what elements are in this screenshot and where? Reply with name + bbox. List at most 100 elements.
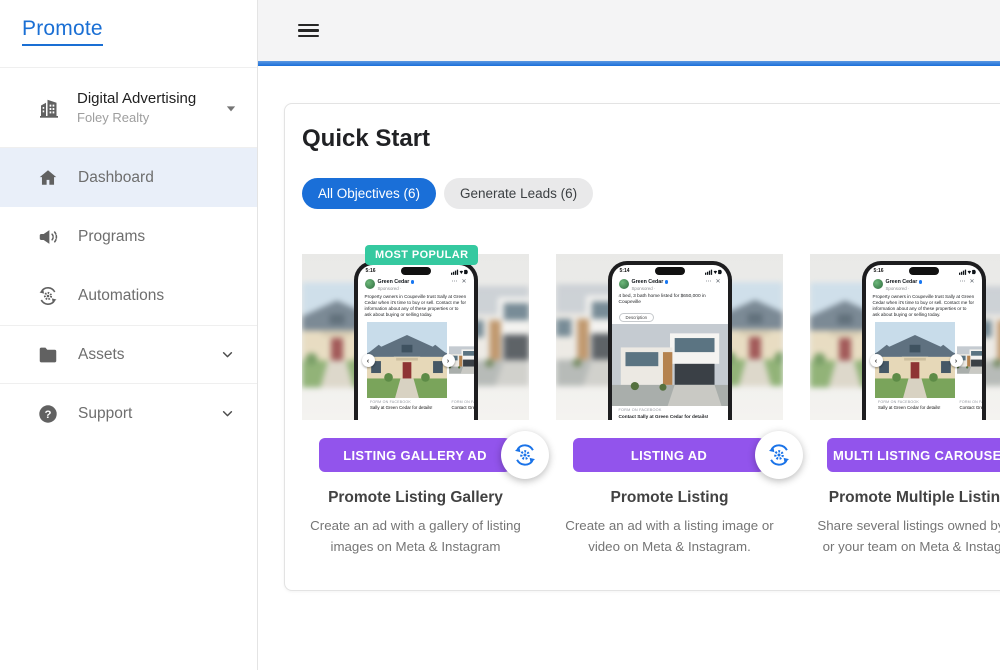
status-icons	[705, 269, 722, 275]
sidebar-item-dashboard[interactable]: Dashboard	[0, 148, 257, 207]
phone-screen: 5:16 Green Cedar Sponsored · ⋯✕	[866, 265, 982, 420]
ad-post-header: Green Cedar Sponsored · ⋯✕	[866, 276, 982, 291]
page-title: Quick Start	[302, 125, 1000, 153]
carousel-main-card: FORM ON FACEBOOK Sally at Green Cedar fo…	[875, 322, 955, 418]
sidebar-item-label: Automations	[78, 287, 164, 305]
card-title: Promote Listing Gallery	[302, 489, 529, 507]
home-icon	[37, 167, 59, 189]
verified-icon	[665, 280, 669, 284]
help-icon	[37, 403, 59, 425]
automation-icon	[766, 442, 792, 468]
listing-gallery-ad-button[interactable]: LISTING GALLERY AD	[319, 438, 511, 472]
ad-post-header: Green Cedar Sponsored · ⋯✕	[612, 276, 728, 291]
more-icon: ⋯	[959, 279, 965, 285]
promote-logo[interactable]: Promote	[22, 17, 103, 46]
more-icon: ⋯	[705, 279, 711, 285]
carousel-caption: Sally at Green Cedar for details!	[370, 405, 444, 410]
phone-screen: 5:16 Green Cedar Sponsored · ⋯✕	[358, 265, 474, 420]
card-multi-listing-carousel-ad[interactable]: 5:16 Green Cedar Sponsored · ⋯✕	[810, 254, 1000, 557]
automation-fab-button[interactable]	[501, 431, 549, 479]
card-listing-ad[interactable]: 5:14 Green Cedar Sponsored · ⋯✕	[556, 254, 783, 557]
carousel-right-arrow-icon: ›	[950, 354, 963, 367]
carousel-caption-strip: FORM ON FACEBOOK Contact Green Cedar	[449, 398, 474, 418]
sponsored-label: Sponsored ·	[378, 286, 415, 291]
sidebar-item-label: Dashboard	[78, 169, 154, 187]
sidebar: Promote Digital Advertising Foley Realty…	[0, 0, 258, 670]
card-action-row: LISTING AD	[573, 438, 765, 472]
topbar	[258, 0, 1000, 61]
card-action-row: MULTI LISTING CAROUSEL AD	[827, 438, 1000, 472]
card-description: Create an ad with a listing image or vid…	[556, 515, 783, 557]
card-description: Create an ad with a gallery of listing i…	[302, 515, 529, 557]
carousel-caption-strip: FORM ON FACEBOOK Contact Green Cedar	[957, 398, 982, 418]
card-action-row: LISTING GALLERY AD	[319, 438, 511, 472]
advertiser-avatar	[619, 279, 629, 289]
advertiser-name: Green Cedar	[886, 279, 918, 285]
advertiser-lines: Green Cedar Sponsored ·	[378, 279, 415, 291]
ad-footer: FORM ON FACEBOOK Contact Sally at Green …	[612, 406, 728, 420]
chevron-down-icon	[219, 346, 236, 363]
sidebar-item-support[interactable]: Support	[0, 384, 257, 443]
objective-filters: All Objectives (6) Generate Leads (6)	[302, 178, 1000, 209]
carousel-next-sliver: FORM ON FACEBOOK Contact Green Cedar	[957, 322, 982, 418]
phone-time: 5:16	[874, 268, 884, 274]
sponsored-label: Sponsored ·	[886, 286, 923, 291]
ad-carousel: FORM ON FACEBOOK Sally at Green Cedar fo…	[358, 322, 474, 418]
house-photo	[875, 322, 955, 398]
close-icon: ✕	[461, 279, 466, 285]
ad-body-text: Property owners in Coupeville trust Sall…	[866, 291, 982, 321]
sidebar-item-label: Assets	[78, 346, 125, 364]
ad-body-text: Property owners in Coupeville trust Sall…	[358, 291, 474, 321]
verified-icon	[919, 280, 923, 284]
multi-listing-carousel-ad-button[interactable]: MULTI LISTING CAROUSEL AD	[827, 438, 1000, 472]
carousel-kicker: FORM ON FACEBOOK	[370, 400, 444, 404]
carousel-kicker: FORM ON FACEBOOK	[960, 400, 979, 404]
card-title: Promote Multiple Listings	[810, 489, 1000, 507]
house-photo	[367, 322, 447, 398]
phone-mockup: 5:16 Green Cedar Sponsored · ⋯✕	[862, 261, 986, 420]
phone-mockup: 5:16 Green Cedar Sponsored · ⋯✕	[354, 261, 478, 420]
filter-chip-all-objectives[interactable]: All Objectives (6)	[302, 178, 436, 209]
carousel-kicker: FORM ON FACEBOOK	[452, 400, 471, 404]
account-title: Digital Advertising	[77, 90, 196, 107]
carousel-kicker: FORM ON FACEBOOK	[878, 400, 952, 404]
accent-bar	[258, 61, 1000, 66]
sidebar-item-programs[interactable]: Programs	[0, 207, 257, 266]
megaphone-icon	[37, 226, 59, 248]
sidebar-item-assets[interactable]: Assets	[0, 325, 257, 384]
card-listing-gallery-ad[interactable]: MOST POPULAR 5:16	[302, 254, 529, 557]
advertiser-avatar	[365, 279, 375, 289]
advertiser-name: Green Cedar	[632, 279, 664, 285]
sidebar-nav: Dashboard Programs Automations Assets Su…	[0, 148, 257, 443]
ad-preview: 5:16 Green Cedar Sponsored · ⋯✕	[810, 254, 1000, 420]
advertiser-lines: Green Cedar Sponsored ·	[632, 279, 669, 291]
ad-preview: 5:14 Green Cedar Sponsored · ⋯✕	[556, 254, 783, 420]
sidebar-item-label: Programs	[78, 228, 145, 246]
advertiser-name: Green Cedar	[378, 279, 410, 285]
phone-mockup: 5:14 Green Cedar Sponsored · ⋯✕	[608, 261, 732, 420]
carousel-next-sliver: FORM ON FACEBOOK Contact Green Cedar	[449, 322, 474, 418]
phone-time: 5:16	[366, 268, 376, 274]
status-icons	[959, 269, 976, 275]
sidebar-item-label: Support	[78, 405, 132, 423]
ad-headline: 4 bed, 3 bath home listed for $650,000 i…	[612, 291, 728, 306]
logo-row: Promote	[0, 0, 257, 68]
sidebar-item-automations[interactable]: Automations	[0, 266, 257, 325]
account-switcher[interactable]: Digital Advertising Foley Realty	[0, 68, 257, 148]
quick-start-cards: MOST POPULAR 5:16	[302, 254, 1000, 557]
carousel-caption-strip: FORM ON FACEBOOK Sally at Green Cedar fo…	[875, 398, 955, 418]
chevron-down-icon	[219, 405, 236, 422]
phone-statusbar: 5:16	[358, 265, 474, 276]
automation-icon	[512, 442, 538, 468]
ad-preview: 5:16 Green Cedar Sponsored · ⋯✕	[302, 254, 529, 420]
carousel-right-arrow-icon: ›	[442, 354, 455, 367]
filter-chip-generate-leads[interactable]: Generate Leads (6)	[444, 178, 593, 209]
phone-screen: 5:14 Green Cedar Sponsored · ⋯✕	[612, 265, 728, 420]
ad-kicker: FORM ON FACEBOOK	[619, 408, 721, 412]
phone-statusbar: 5:14	[612, 265, 728, 276]
phone-time: 5:14	[620, 268, 630, 274]
automation-fab-button[interactable]	[755, 431, 803, 479]
advertiser-lines: Green Cedar Sponsored ·	[886, 279, 923, 291]
listing-ad-button[interactable]: LISTING AD	[573, 438, 765, 472]
menu-icon[interactable]	[298, 20, 319, 40]
